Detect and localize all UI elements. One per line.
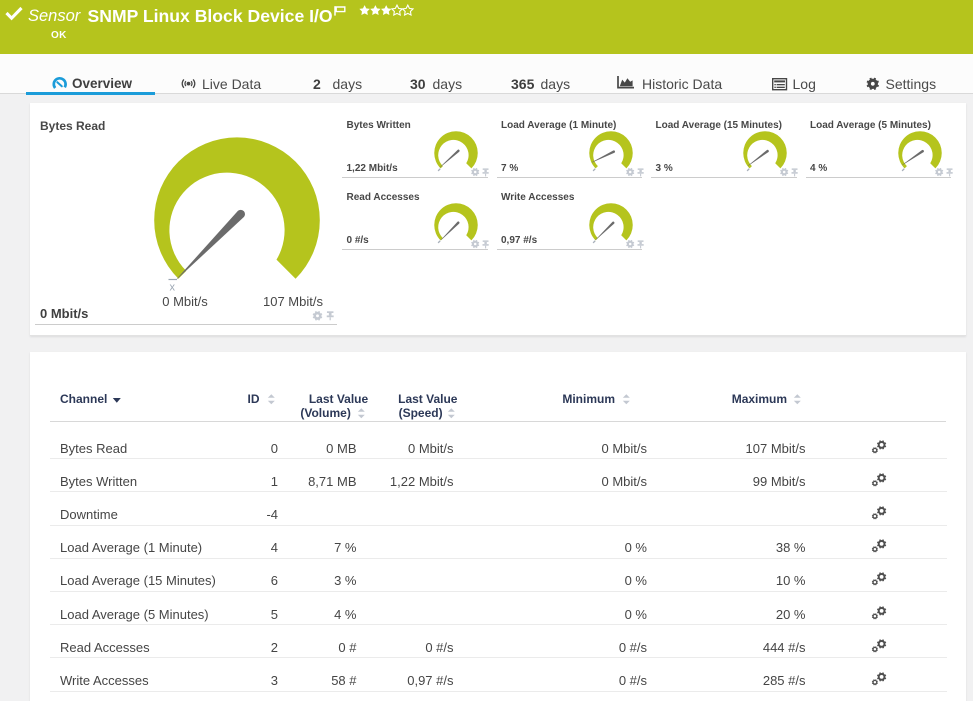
svg-text:x: x	[170, 282, 176, 294]
